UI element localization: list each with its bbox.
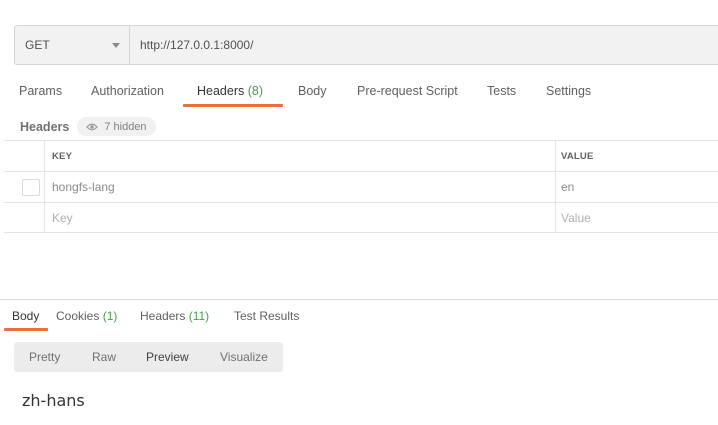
row-key-field[interactable]: hongfs-lang bbox=[45, 172, 556, 202]
response-tabs: Body Cookies (1) Headers (11) Test Resul… bbox=[0, 300, 718, 332]
request-tabs: Params Authorization Headers (8) Body Pr… bbox=[0, 80, 718, 110]
headers-subbar: Headers 7 hidden bbox=[20, 117, 156, 136]
tab-headers-count: (8) bbox=[247, 84, 264, 98]
response-tab-headers[interactable]: Headers (11) bbox=[140, 309, 209, 323]
response-tab-cookies-label: Cookies bbox=[56, 309, 100, 323]
response-tab-cookies[interactable]: Cookies (1) bbox=[56, 309, 117, 323]
request-url-bar: GET http://127.0.0.1:8000/ bbox=[14, 25, 718, 65]
table-row: hongfs-lang en bbox=[4, 171, 718, 202]
row-key-value: hongfs-lang bbox=[52, 180, 115, 194]
value-header-label: VALUE bbox=[561, 150, 594, 162]
view-preview[interactable]: Preview bbox=[146, 350, 189, 364]
key-header-label: KEY bbox=[52, 150, 73, 162]
key-column-header: KEY bbox=[45, 141, 556, 171]
table-row-new: Key Value bbox=[4, 202, 718, 233]
row-value-field[interactable]: en bbox=[556, 172, 718, 202]
tab-tests[interactable]: Tests bbox=[487, 84, 516, 98]
response-body-preview: zh-hans bbox=[22, 391, 85, 410]
response-active-tab-indicator bbox=[4, 328, 48, 331]
response-tab-cookies-count: (1) bbox=[102, 309, 118, 323]
tab-prerequest-script[interactable]: Pre-request Script bbox=[357, 84, 458, 98]
new-key-input[interactable]: Key bbox=[45, 203, 556, 232]
url-value: http://127.0.0.1:8000/ bbox=[140, 38, 254, 52]
tab-headers-label: Headers bbox=[197, 84, 245, 98]
response-tab-body[interactable]: Body bbox=[12, 309, 39, 323]
hidden-headers-toggle[interactable]: 7 hidden bbox=[77, 117, 156, 136]
new-value-placeholder: Value bbox=[561, 210, 591, 225]
eye-icon bbox=[86, 123, 99, 130]
hidden-count: 7 hidden bbox=[104, 120, 147, 133]
url-input[interactable]: http://127.0.0.1:8000/ bbox=[130, 26, 718, 64]
new-key-placeholder: Key bbox=[52, 210, 73, 225]
method-select[interactable]: GET bbox=[15, 26, 130, 64]
method-label: GET bbox=[25, 38, 50, 52]
tab-params[interactable]: Params bbox=[19, 84, 62, 98]
table-header-row: KEY VALUE bbox=[4, 140, 718, 171]
view-raw[interactable]: Raw bbox=[92, 350, 116, 364]
response-tab-headers-label: Headers bbox=[140, 309, 186, 323]
response-tab-test-results[interactable]: Test Results bbox=[234, 309, 299, 323]
chevron-down-icon bbox=[112, 42, 120, 48]
check-column-header bbox=[4, 141, 45, 171]
response-view-switcher: Pretty Raw Preview Visualize bbox=[14, 342, 283, 372]
headers-table: KEY VALUE hongfs-lang en Key Value bbox=[4, 140, 718, 233]
tab-settings[interactable]: Settings bbox=[546, 84, 591, 98]
row-check-cell bbox=[4, 172, 45, 202]
row-value-value: en bbox=[561, 180, 575, 194]
value-column-header: VALUE bbox=[556, 141, 718, 171]
view-pretty[interactable]: Pretty bbox=[29, 350, 60, 364]
new-row-check-cell bbox=[4, 203, 45, 232]
headers-title: Headers bbox=[20, 119, 70, 134]
active-tab-indicator bbox=[183, 104, 283, 107]
view-visualize[interactable]: Visualize bbox=[220, 350, 268, 364]
response-tab-headers-count: (11) bbox=[188, 309, 210, 323]
tab-body[interactable]: Body bbox=[298, 84, 327, 98]
tab-authorization[interactable]: Authorization bbox=[91, 84, 164, 98]
row-enable-checkbox[interactable] bbox=[22, 179, 40, 196]
tab-headers[interactable]: Headers (8) bbox=[197, 84, 263, 98]
new-value-input[interactable]: Value bbox=[556, 203, 718, 232]
